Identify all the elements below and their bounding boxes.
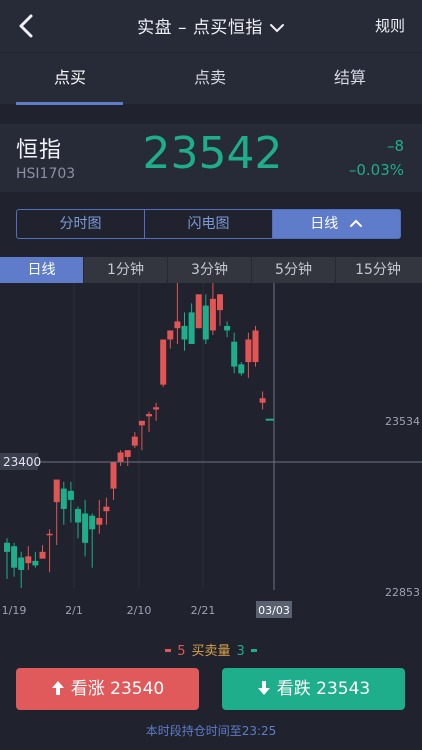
holding-time-note: 本时段持仓时间至23:25 <box>145 724 277 738</box>
candle-body <box>117 452 124 462</box>
crosshair-overlay: 23400 03/03 23534 22853 1/19 2/1 2/10 2/21 <box>0 283 422 618</box>
tab-buy[interactable]: 点买 <box>0 53 140 105</box>
candle-body <box>82 513 89 543</box>
candle-body <box>110 461 117 489</box>
tab-sell[interactable]: 点卖 <box>140 53 280 105</box>
candle-body <box>25 556 32 564</box>
candle-body <box>146 414 152 417</box>
sell-volume-marker <box>250 649 257 652</box>
candle-body <box>160 339 167 385</box>
x-axis-tick-label: 1/19 <box>2 604 27 617</box>
period-15min[interactable]: 15分钟 <box>336 257 420 283</box>
price-change: –8 <box>386 137 404 155</box>
candle-body <box>131 436 138 446</box>
candle-body <box>167 330 174 340</box>
candle-body <box>75 508 81 523</box>
instrument-code: HSI1703 <box>16 166 76 182</box>
candle-body <box>238 364 245 374</box>
volume-legend: 5 买卖量 3 <box>0 640 422 659</box>
period-3min[interactable]: 3分钟 <box>168 257 252 283</box>
arrow-down-icon <box>257 680 270 695</box>
candle-body <box>103 506 110 512</box>
candle-body <box>224 325 231 331</box>
tab-settle[interactable]: 结算 <box>280 53 420 105</box>
top-nav-bar: 实盘 – 点买恒指 规则 <box>0 0 422 52</box>
chart-mode-daily-label: 日线 <box>310 216 339 232</box>
y-axis-label-upper: 23534 <box>385 415 420 428</box>
candle-body <box>138 420 145 426</box>
chart-mode-selector: 分时图 闪电图 日线 <box>16 209 401 239</box>
candle-body <box>181 325 188 340</box>
candle-body <box>209 298 216 331</box>
chevron-up-icon <box>349 219 362 227</box>
buy-up-button[interactable]: 看涨 23540 <box>16 668 199 710</box>
candle-body <box>32 560 39 566</box>
instrument-name: 恒指 <box>16 138 63 163</box>
chart-mode-timeshare[interactable]: 分时图 <box>17 210 145 238</box>
candle-body <box>39 551 46 559</box>
candle-body <box>96 517 103 525</box>
buy-up-label: 看涨 23540 <box>70 679 165 699</box>
page-title[interactable]: 实盘 – 点买恒指 <box>0 13 422 38</box>
buy-volume-marker <box>165 649 172 652</box>
trade-tabs: 点买 点卖 结算 <box>0 52 422 105</box>
candle-body <box>46 533 53 536</box>
crosshair-x-label: 03/03 <box>258 604 290 617</box>
candle-body <box>11 546 18 568</box>
period-selector: 日线 1分钟 3分钟 5分钟 15分钟 <box>0 257 422 283</box>
candle-body <box>195 294 202 329</box>
price-change-percent: –0.03% <box>348 161 404 179</box>
candle-body <box>53 479 60 503</box>
y-axis-label-lower: 22853 <box>385 586 420 599</box>
candle-body <box>217 294 223 311</box>
candle-body <box>89 515 96 530</box>
x-axis-tick-label: 2/1 <box>65 604 83 617</box>
chart-mode-daily[interactable]: 日线 <box>273 210 400 238</box>
quote-panel: 恒指 HSI1703 23542 –8 –0.03% <box>0 124 422 192</box>
candle-body <box>67 490 74 500</box>
rules-link[interactable]: 规则 <box>375 15 405 36</box>
candle-body <box>153 407 160 410</box>
crosshair-y-label: 23400 <box>3 455 41 469</box>
buy-volume-value: 5 <box>177 644 186 659</box>
candle-body <box>245 339 252 363</box>
last-price: 23542 <box>142 128 283 179</box>
sell-volume-value: 3 <box>236 644 245 659</box>
candle-body <box>124 450 131 457</box>
x-axis-tick-label: 2/10 <box>127 604 152 617</box>
arrow-up-icon <box>51 680 64 695</box>
chevron-down-icon <box>269 24 284 33</box>
x-axis-tick-label: 2/21 <box>191 604 216 617</box>
candle-body <box>252 330 259 363</box>
candle-body <box>60 488 67 509</box>
active-tab-indicator <box>16 102 123 105</box>
period-5min[interactable]: 5分钟 <box>252 257 336 283</box>
volume-label: 买卖量 <box>191 644 231 659</box>
candle-body <box>174 321 181 329</box>
candle-body <box>202 305 209 340</box>
candle-body <box>188 312 195 344</box>
candle-body <box>231 341 238 367</box>
chart-mode-flash[interactable]: 闪电图 <box>145 210 273 238</box>
candle-body <box>259 398 266 403</box>
period-daily[interactable]: 日线 <box>0 257 84 283</box>
candle-body <box>18 557 25 570</box>
buy-down-label: 看跌 23543 <box>276 679 371 699</box>
page-title-text: 实盘 – 点买恒指 <box>137 18 263 38</box>
period-1min[interactable]: 1分钟 <box>84 257 168 283</box>
candle-body <box>4 542 10 552</box>
buy-down-button[interactable]: 看跌 23543 <box>222 668 405 710</box>
candlestick-chart[interactable]: 23400 03/03 23534 22853 1/19 2/1 2/10 2/21 <box>0 283 422 628</box>
